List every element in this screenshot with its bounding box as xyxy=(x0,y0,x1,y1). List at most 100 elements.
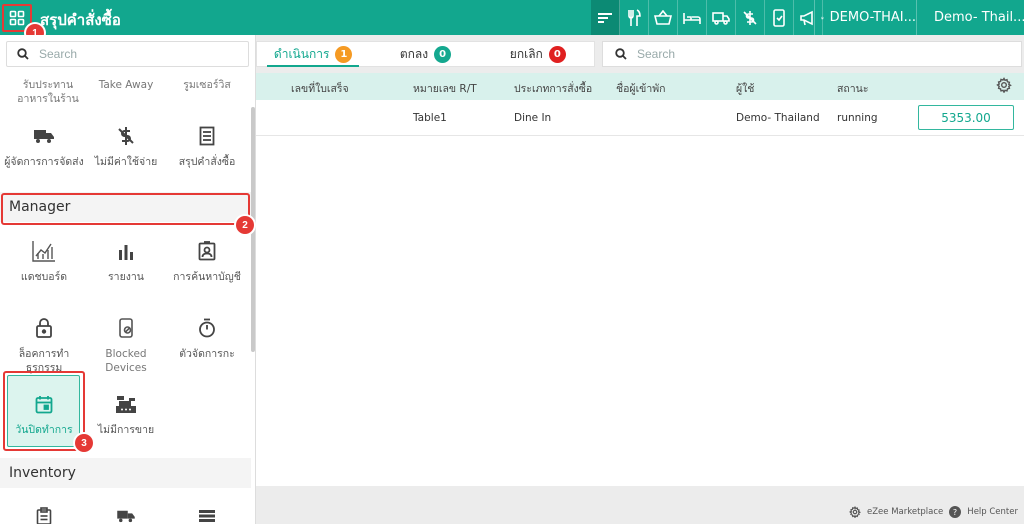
amount-button[interactable]: 5353.00 xyxy=(918,105,1014,130)
orders-table: เลขที่ใบเสร็จ หมายเลข R/T ประเภทการสั่งซ… xyxy=(256,73,1024,486)
menu-item-order-summary[interactable]: สรุปคำสั่งซื้อ xyxy=(167,123,247,169)
footer-links: eZee Marketplace ? Help Center xyxy=(849,506,1018,518)
column-header[interactable]: หมายเลข R/T xyxy=(413,80,477,97)
menu-item-label: ไม่มีค่าใช้จ่าย xyxy=(94,156,158,168)
app-menu-sidebar: รับประทาน อาหารในร้าน Take Away รูมเซอร์… xyxy=(0,35,256,524)
column-header[interactable]: ผู้ใช้ xyxy=(736,80,754,97)
count-badge: 0 xyxy=(434,45,452,63)
gear-icon xyxy=(996,77,1012,94)
no-charge-button[interactable] xyxy=(736,0,765,35)
menu-item-closing-day[interactable]: วันปิดทำการ xyxy=(4,391,84,437)
count-badge: 1 xyxy=(335,45,353,63)
table-row[interactable]: Table1 Dine In Demo- Thailand running 53… xyxy=(256,100,1024,136)
menu-item-label: แดชบอร์ด xyxy=(20,271,68,283)
menu-item-label: ผู้จัดการการจัดส่ง xyxy=(4,156,84,168)
menu-item-dashboard[interactable]: แดชบอร์ด xyxy=(4,238,84,284)
menu-item-no-charge[interactable]: ไม่มีค่าใช้จ่าย xyxy=(86,123,166,169)
tab-label: ดำเนินการ xyxy=(273,46,330,61)
tab-running[interactable]: ดำเนินการ 1 xyxy=(257,42,369,67)
search-icon xyxy=(17,48,29,60)
order-type: Dine In xyxy=(514,112,552,124)
menu-item-delivery-manager[interactable]: ผู้จัดการการจัดส่ง xyxy=(4,123,84,169)
store-selector[interactable]: DEMO-THAI... xyxy=(814,0,917,35)
delivery-button[interactable] xyxy=(707,0,736,35)
clipboard-icon xyxy=(36,507,52,524)
dine-in-button[interactable] xyxy=(620,0,649,35)
column-header[interactable]: ประเภทการสั่งซื้อ xyxy=(514,80,592,97)
help-center-link[interactable]: Help Center xyxy=(967,507,1018,517)
column-header[interactable]: ชื่อผู้เข้าพัก xyxy=(616,80,666,97)
sort-button[interactable] xyxy=(591,0,620,35)
dashboard-chart-icon xyxy=(32,241,55,262)
menu-item-label: ไม่มีการขาย xyxy=(97,424,155,436)
menu-item-label: รายงาน xyxy=(108,271,144,283)
section-inventory: Inventory xyxy=(0,458,251,488)
utensils-icon xyxy=(628,8,641,26)
menu-item-account-search[interactable]: การค้นหาบัญชี xyxy=(167,238,247,284)
annotation-marker-2: 2 xyxy=(236,216,254,234)
menu-item-label: สรุปคำสั่งซื้อ xyxy=(178,156,236,168)
user-menu[interactable]: Demo- Thail... xyxy=(920,0,1024,35)
timer-icon xyxy=(199,318,215,338)
user-name: Demo- Thail... xyxy=(934,10,1024,25)
menu-item-label: วันปิดทำการ xyxy=(15,424,73,436)
page-title: สรุปคำสั่งซื้อ xyxy=(40,11,121,29)
tab-settled[interactable]: ตกลง 0 xyxy=(369,42,481,66)
column-header[interactable]: สถานะ xyxy=(837,80,868,97)
menu-item-label: ตัวจัดการกะ xyxy=(179,348,235,360)
help-icon: ? xyxy=(949,506,962,518)
menu-search-input[interactable] xyxy=(39,47,229,61)
tab-label: ตกลง xyxy=(399,46,429,61)
menu-item-label: Blocked Devices xyxy=(105,348,147,374)
user-name-cell: Demo- Thailand xyxy=(736,112,820,124)
basket-icon xyxy=(654,9,672,25)
status-tabs: ดำเนินการ 1 ตกลง 0 ยกเลิก 0 xyxy=(256,41,595,67)
lock-icon xyxy=(36,318,52,338)
order-search-input[interactable] xyxy=(637,47,997,61)
main-content: ดำเนินการ 1 ตกลง 0 ยกเลิก 0 เลขที่ใบเสร็… xyxy=(256,35,1024,524)
tab-cancelled[interactable]: ยกเลิก 0 xyxy=(482,42,594,66)
calendar-icon xyxy=(35,395,53,413)
menu-item-dine-in[interactable]: รับประทาน อาหารในร้าน xyxy=(8,78,88,106)
mobile-order-icon xyxy=(773,8,785,27)
column-header[interactable]: เลขที่ใบเสร็จ xyxy=(291,80,349,97)
menu-item-inventory-3[interactable] xyxy=(167,503,247,524)
annotation-marker-3: 3 xyxy=(75,434,93,452)
menu-item-reports[interactable]: รายงาน xyxy=(86,238,166,284)
menu-item-inventory-2[interactable] xyxy=(86,503,166,524)
menu-item-take-away[interactable]: Take Away xyxy=(86,78,166,92)
truck-icon xyxy=(117,510,135,523)
no-charge-icon xyxy=(118,127,134,145)
bed-icon xyxy=(683,12,701,24)
account-search-icon xyxy=(198,241,216,261)
menu-item-blocked-devices[interactable]: Blocked Devices xyxy=(86,315,166,375)
grid-icon xyxy=(9,10,25,26)
column-settings-button[interactable] xyxy=(996,77,1012,98)
count-badge: 0 xyxy=(548,45,566,63)
gear-icon xyxy=(849,506,861,518)
menu-item-inventory-1[interactable] xyxy=(4,503,84,524)
cash-register-icon xyxy=(116,396,136,413)
menu-search-box xyxy=(6,41,249,67)
store-icon xyxy=(821,16,824,19)
marketplace-link[interactable]: eZee Marketplace xyxy=(867,507,943,517)
order-search-box xyxy=(602,41,1022,67)
tab-label: ยกเลิก xyxy=(509,46,543,61)
menu-item-room-service[interactable]: รูมเซอร์วิส xyxy=(167,78,247,92)
truck-icon xyxy=(712,11,730,25)
room-service-button[interactable] xyxy=(678,0,707,35)
search-icon xyxy=(615,48,627,60)
highlight-manager xyxy=(1,193,250,225)
toolbar-icons xyxy=(591,0,823,35)
menu-item-transaction-lock[interactable]: ล็อคการทำธุรกรรม xyxy=(4,315,84,375)
mobile-order-button[interactable] xyxy=(765,0,794,35)
list-icon xyxy=(199,510,215,522)
sort-icon xyxy=(598,12,612,23)
menu-item-label: การค้นหาบัญชี xyxy=(173,271,241,283)
status-cell: running xyxy=(837,112,878,124)
takeaway-button[interactable] xyxy=(649,0,678,35)
menu-item-no-sale[interactable]: ไม่มีการขาย xyxy=(86,391,166,437)
menu-item-shift-manager[interactable]: ตัวจัดการกะ xyxy=(167,315,247,361)
truck-icon xyxy=(34,130,54,143)
blocked-device-icon xyxy=(119,318,133,338)
